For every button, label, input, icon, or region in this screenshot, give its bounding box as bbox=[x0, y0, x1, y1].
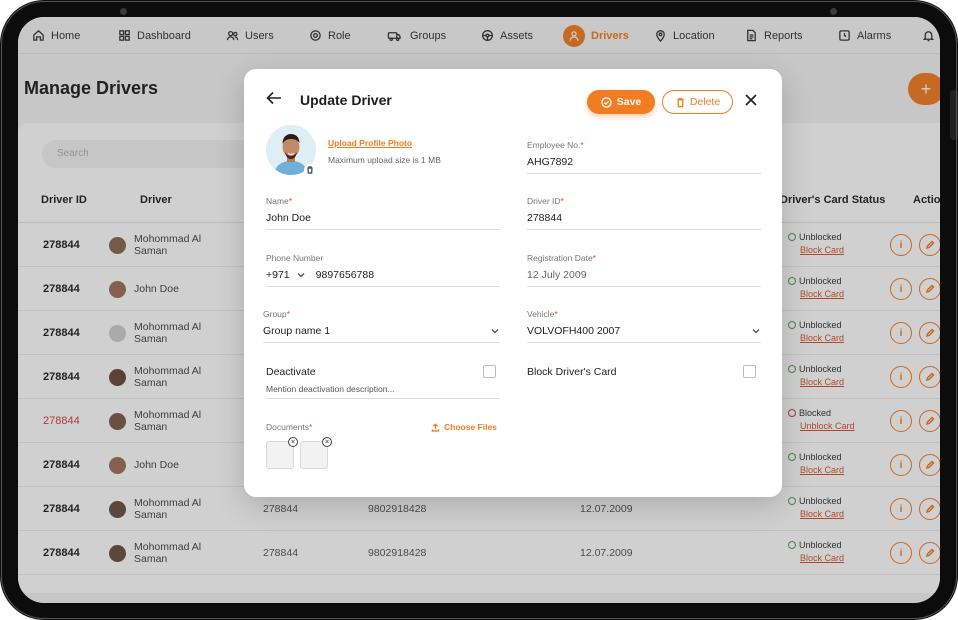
modal-title: Update Driver bbox=[300, 92, 392, 108]
employee-no-input[interactable]: AHG7892 bbox=[527, 156, 761, 173]
remove-document-icon[interactable]: × bbox=[322, 437, 332, 447]
remove-photo-button[interactable] bbox=[304, 164, 316, 176]
trash-icon bbox=[677, 97, 684, 107]
block-card-label: Block Driver's Card bbox=[527, 366, 617, 378]
group-select[interactable]: Group* Group name 1 bbox=[263, 309, 500, 343]
check-circle-icon bbox=[601, 96, 612, 108]
registration-date-input[interactable]: 12 July 2009 bbox=[527, 269, 761, 286]
documents-label: Documents* bbox=[266, 422, 313, 432]
tablet-frame: Home Dashboard Users Role Groups Assets bbox=[0, 0, 958, 620]
chevron-down-icon bbox=[491, 329, 499, 334]
name-input[interactable]: John Doe bbox=[266, 212, 500, 229]
block-card-checkbox[interactable] bbox=[743, 365, 756, 378]
name-field[interactable]: Name* John Doe bbox=[266, 196, 500, 230]
driver-id-input[interactable]: 278844 bbox=[527, 212, 761, 229]
deactivate-checkbox[interactable] bbox=[483, 365, 496, 378]
driver-id-field[interactable]: Driver ID* 278844 bbox=[527, 196, 761, 230]
choose-files-button[interactable]: Choose Files bbox=[431, 422, 497, 432]
upload-profile-photo-link[interactable]: Upload Profile Photo bbox=[328, 138, 412, 148]
deactivate-label: Deactivate bbox=[266, 366, 316, 378]
screen: Home Dashboard Users Role Groups Assets bbox=[18, 17, 940, 603]
phone-number-input[interactable]: 9897656788 bbox=[316, 269, 374, 281]
document-thumbnail[interactable]: × bbox=[266, 437, 298, 469]
upload-icon bbox=[431, 422, 440, 432]
phone-number-field[interactable]: Phone Number +971 9897656788 bbox=[266, 253, 500, 287]
camera-dot bbox=[120, 8, 127, 15]
upload-size-note: Maximum upload size is 1 MB bbox=[328, 155, 441, 165]
deactivation-description-input[interactable]: Mention deactivation description... bbox=[266, 384, 500, 399]
delete-button[interactable]: Delete bbox=[662, 90, 733, 114]
employee-no-field[interactable]: Employee No.* AHG7892 bbox=[527, 140, 761, 174]
back-arrow-icon[interactable] bbox=[266, 91, 282, 105]
chevron-down-icon bbox=[752, 329, 760, 334]
camera-dot bbox=[830, 8, 837, 15]
chevron-down-icon bbox=[297, 273, 305, 278]
registration-date-field[interactable]: Registration Date* 12 July 2009 bbox=[527, 253, 761, 287]
trash-icon bbox=[307, 166, 313, 174]
vehicle-select[interactable]: Vehicle* VOLVOFH400 2007 bbox=[527, 309, 761, 343]
update-driver-modal: Update Driver Save Delete Upload Profile… bbox=[244, 69, 782, 497]
remove-document-icon[interactable]: × bbox=[288, 437, 298, 447]
country-code-select[interactable]: +971 bbox=[266, 269, 306, 281]
save-button[interactable]: Save bbox=[587, 90, 655, 114]
close-icon[interactable] bbox=[744, 93, 758, 107]
document-thumbnail[interactable]: × bbox=[300, 437, 332, 469]
device-side-button bbox=[950, 90, 958, 140]
